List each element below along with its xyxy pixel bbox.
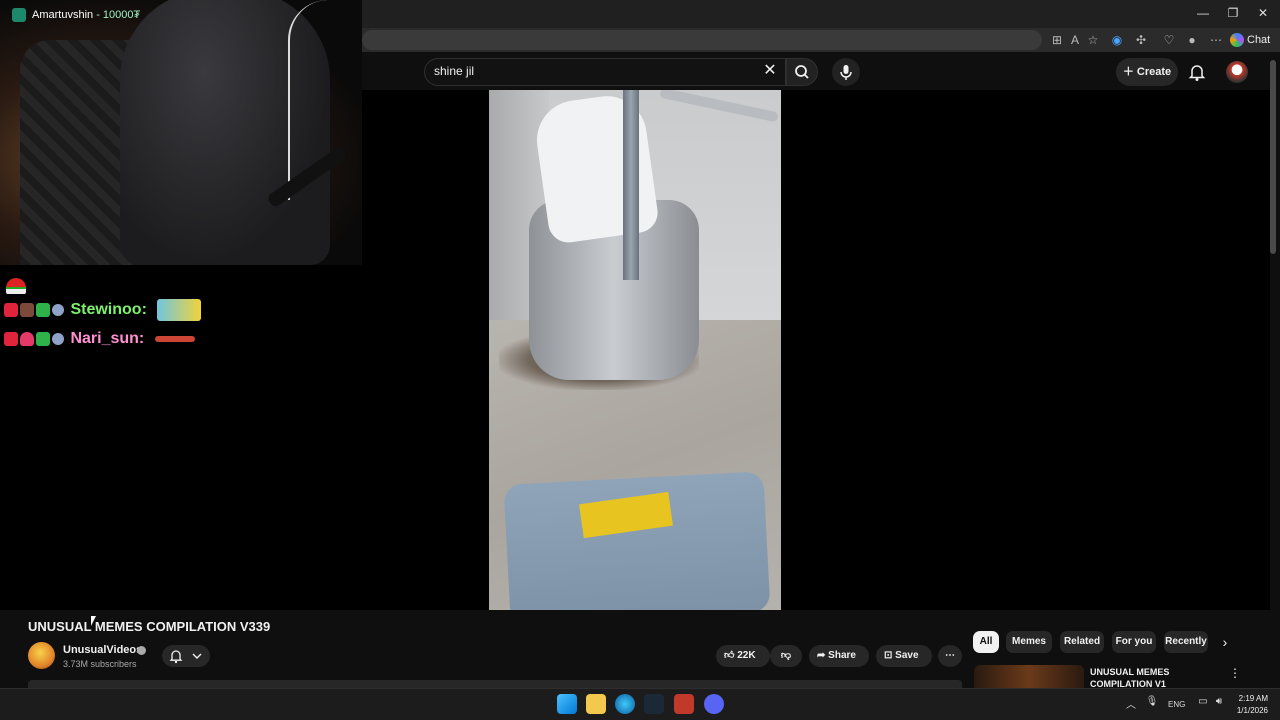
share-button[interactable]: ➦ Share bbox=[809, 645, 869, 667]
windows-taskbar bbox=[0, 688, 1280, 720]
thumbs-down-icon: 👎︎ bbox=[780, 650, 792, 661]
chat-message: Stewinoo: bbox=[4, 299, 202, 321]
donation-amount: - 10000₮ bbox=[96, 8, 141, 21]
like-button[interactable]: 👍︎ 22K bbox=[716, 645, 770, 667]
edge-browser-icon[interactable] bbox=[615, 694, 635, 714]
snowflake-badge-icon bbox=[52, 304, 64, 316]
video-toolbox bbox=[503, 471, 771, 610]
search-input[interactable] bbox=[424, 58, 786, 86]
microphone-icon bbox=[840, 65, 852, 80]
favorites-icon[interactable]: ♡ bbox=[1160, 31, 1178, 49]
video-pole bbox=[623, 90, 639, 280]
minimize-icon[interactable]: — bbox=[1188, 4, 1218, 22]
game-launcher-icon[interactable] bbox=[674, 694, 694, 714]
save-button[interactable]: ⊡ Save bbox=[876, 645, 932, 667]
first-badge-icon bbox=[36, 331, 50, 346]
video-grab-rail bbox=[659, 90, 779, 123]
verified-icon bbox=[137, 646, 146, 655]
clock-date[interactable]: 1/1/2026 bbox=[1230, 706, 1268, 715]
chip-recently[interactable]: Recently bbox=[1164, 631, 1208, 653]
discord-icon[interactable] bbox=[704, 694, 724, 714]
search-button[interactable] bbox=[786, 58, 818, 86]
chat-username: Stewinoo: bbox=[70, 301, 147, 319]
snowflake-badge-icon bbox=[52, 332, 64, 345]
sword-badge-icon bbox=[4, 303, 18, 317]
network-icon[interactable]: ▭ bbox=[1196, 696, 1210, 712]
close-window-icon[interactable]: ✕ bbox=[1248, 4, 1278, 22]
video-title: UNUSUAL MEMES COMPILATION V339 bbox=[28, 619, 271, 634]
recommended-title[interactable]: UNUSUAL MEMES COMPILATION V1 bbox=[1090, 666, 1220, 688]
scrollbar-thumb[interactable] bbox=[1270, 60, 1276, 254]
notifications-button[interactable] bbox=[1186, 61, 1208, 83]
more-actions-button[interactable]: ⋯ bbox=[938, 645, 962, 667]
address-bar[interactable] bbox=[362, 30, 1042, 50]
copilot-icon bbox=[1230, 33, 1244, 48]
chat-message: Nari_sun: bbox=[4, 328, 195, 350]
video-frame[interactable] bbox=[489, 90, 781, 610]
steam-icon[interactable] bbox=[644, 694, 664, 714]
chat-label: Chat bbox=[1247, 34, 1271, 46]
bookmark-icon: ⊡ bbox=[884, 650, 893, 661]
more-horizontal-icon: ⋯ bbox=[945, 650, 955, 661]
like-count: 22K bbox=[737, 650, 756, 661]
dislike-button[interactable]: 👎︎ bbox=[770, 645, 802, 667]
clock-time[interactable]: 2:19 AM bbox=[1236, 694, 1268, 703]
puzzle-extensions-icon[interactable]: ✣ bbox=[1132, 31, 1150, 49]
bell-icon bbox=[1188, 65, 1206, 81]
donation-icon bbox=[12, 8, 26, 22]
create-label: Create bbox=[1136, 66, 1172, 78]
channel-name[interactable]: UnusualVideos bbox=[63, 644, 142, 656]
copilot-chat-button[interactable]: Chat bbox=[1230, 30, 1276, 50]
channel-avatar[interactable] bbox=[28, 642, 55, 669]
chip-for-you[interactable]: For you bbox=[1112, 631, 1156, 653]
share-label: Share bbox=[828, 650, 856, 661]
create-button[interactable]: ＋ Create bbox=[1116, 58, 1178, 86]
chip-related[interactable]: Related bbox=[1060, 631, 1104, 653]
clear-search-icon[interactable]: ✕ bbox=[760, 61, 780, 81]
chip-memes[interactable]: Memes bbox=[1006, 631, 1052, 653]
app-available-icon[interactable]: ⊞ bbox=[1048, 31, 1066, 49]
more-vertical-icon[interactable]: ⋮ bbox=[1228, 666, 1242, 682]
donation-alert: Amartuvshin - 10000₮ bbox=[12, 8, 140, 26]
santa-hat-emote bbox=[6, 278, 26, 294]
first-badge-icon bbox=[36, 303, 50, 317]
bell-icon bbox=[169, 650, 202, 664]
heart-badge-icon bbox=[20, 331, 34, 346]
save-label: Save bbox=[895, 650, 919, 661]
profile-icon[interactable]: ● bbox=[1183, 31, 1201, 49]
tray-overflow-icon[interactable]: ︿ bbox=[1124, 696, 1138, 712]
description-box[interactable] bbox=[28, 680, 962, 688]
chip-all[interactable]: All bbox=[973, 631, 999, 653]
search-input-value: shine jil bbox=[434, 64, 475, 78]
plus-icon: ＋ bbox=[1122, 66, 1137, 78]
thumbs-up-icon: 👍︎ bbox=[724, 650, 735, 661]
chevron-right-icon[interactable]: › bbox=[1216, 633, 1234, 651]
chat-emote bbox=[157, 299, 202, 321]
file-explorer-icon[interactable] bbox=[586, 694, 606, 714]
voice-search-button[interactable] bbox=[832, 58, 860, 86]
extension-icon[interactable]: ◉ bbox=[1108, 31, 1126, 49]
favorite-star-icon[interactable]: ☆ bbox=[1084, 31, 1102, 49]
chat-emote bbox=[154, 335, 195, 342]
volume-icon[interactable]: 🔊︎ bbox=[1212, 696, 1226, 712]
recommended-thumbnail[interactable] bbox=[974, 665, 1084, 689]
chat-username: Nari_sun: bbox=[70, 330, 145, 347]
account-avatar[interactable] bbox=[1226, 61, 1248, 83]
sword-badge-icon bbox=[4, 331, 18, 346]
windows-start-icon[interactable] bbox=[557, 694, 577, 714]
ds-badge-icon bbox=[20, 303, 34, 317]
restore-icon[interactable]: ❐ bbox=[1218, 4, 1248, 22]
streamer-webcam bbox=[0, 0, 362, 265]
donor-name: Amartuvshin bbox=[32, 8, 94, 21]
read-aloud-icon[interactable]: A bbox=[1066, 31, 1084, 49]
stream-chat-overlay: Stewinoo: Nari_sun: bbox=[0, 278, 362, 358]
video-toilet-seat bbox=[531, 91, 661, 245]
search-icon bbox=[795, 65, 809, 79]
input-language[interactable]: ENG bbox=[1168, 700, 1185, 709]
tray-microphone-icon[interactable]: 🎙︎ bbox=[1145, 696, 1159, 712]
more-menu-icon[interactable]: ⋯ bbox=[1207, 31, 1225, 49]
share-icon: ➦ bbox=[817, 650, 826, 661]
subscription-notify-button[interactable] bbox=[162, 645, 210, 667]
subscriber-count: 3.73M subscribers bbox=[63, 659, 137, 669]
